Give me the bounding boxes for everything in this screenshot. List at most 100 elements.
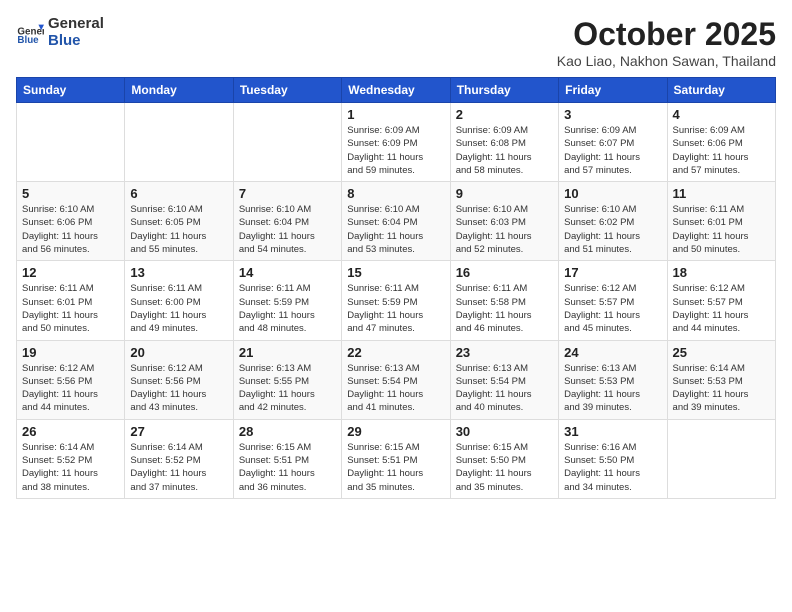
calendar-cell: 25 Sunrise: 6:14 AM Sunset: 5:53 PM Dayli… bbox=[667, 340, 775, 419]
calendar-cell: 5 Sunrise: 6:10 AM Sunset: 6:06 PM Daylig… bbox=[17, 182, 125, 261]
day-info: Sunrise: 6:10 AM Sunset: 6:04 PM Dayligh… bbox=[347, 203, 444, 256]
calendar-cell bbox=[125, 103, 233, 182]
day-info: Sunrise: 6:11 AM Sunset: 5:59 PM Dayligh… bbox=[239, 282, 336, 335]
day-info: Sunrise: 6:11 AM Sunset: 6:01 PM Dayligh… bbox=[673, 203, 770, 256]
calendar-cell: 30Sunrise: 6:15 AM Sunset: 5:50 PM Dayli… bbox=[450, 419, 558, 498]
calendar-cell: 6Sunrise: 6:10 AM Sunset: 6:05 PM Daylig… bbox=[125, 182, 233, 261]
calendar-cell: 10Sunrise: 6:10 AM Sunset: 6:02 PM Dayli… bbox=[559, 182, 667, 261]
day-number: 28 bbox=[239, 424, 336, 439]
calendar-cell: 3 Sunrise: 6:09 AM Sunset: 6:07 PM Daylig… bbox=[559, 103, 667, 182]
day-info: Sunrise: 6:12 AM Sunset: 5:56 PM Dayligh… bbox=[130, 362, 227, 415]
day-of-week-header: Monday bbox=[125, 78, 233, 103]
calendar-body: 1 Sunrise: 6:09 AM Sunset: 6:09 PM Daylig… bbox=[17, 103, 776, 499]
day-info: Sunrise: 6:09 AM Sunset: 6:06 PM Dayligh… bbox=[673, 124, 770, 177]
calendar-cell: 19 Sunrise: 6:12 AM Sunset: 5:56 PM Dayli… bbox=[17, 340, 125, 419]
day-info: Sunrise: 6:09 AM Sunset: 6:09 PM Dayligh… bbox=[347, 124, 444, 177]
day-of-week-header: Sunday bbox=[17, 78, 125, 103]
calendar-cell: 22 Sunrise: 6:13 AM Sunset: 5:54 PM Dayli… bbox=[342, 340, 450, 419]
day-info: Sunrise: 6:11 AM Sunset: 6:01 PM Dayligh… bbox=[22, 282, 119, 335]
day-number: 31 bbox=[564, 424, 661, 439]
day-info: Sunrise: 6:15 AM Sunset: 5:51 PM Dayligh… bbox=[239, 441, 336, 494]
day-info: Sunrise: 6:11 AM Sunset: 5:58 PM Dayligh… bbox=[456, 282, 553, 335]
day-number: 3 bbox=[564, 107, 661, 122]
day-number: 11 bbox=[673, 186, 770, 201]
calendar-cell: 23Sunrise: 6:13 AM Sunset: 5:54 PM Dayli… bbox=[450, 340, 558, 419]
day-of-week-header: Friday bbox=[559, 78, 667, 103]
calendar-cell: 1 Sunrise: 6:09 AM Sunset: 6:09 PM Daylig… bbox=[342, 103, 450, 182]
calendar-cell bbox=[667, 419, 775, 498]
day-info: Sunrise: 6:14 AM Sunset: 5:53 PM Dayligh… bbox=[673, 362, 770, 415]
logo-general: General bbox=[48, 16, 104, 33]
day-number: 2 bbox=[456, 107, 553, 122]
day-info: Sunrise: 6:14 AM Sunset: 5:52 PM Dayligh… bbox=[130, 441, 227, 494]
day-number: 19 bbox=[22, 345, 119, 360]
day-number: 29 bbox=[347, 424, 444, 439]
day-number: 25 bbox=[673, 345, 770, 360]
logo-blue: Blue bbox=[48, 33, 104, 50]
day-number: 15 bbox=[347, 265, 444, 280]
day-of-week-header: Wednesday bbox=[342, 78, 450, 103]
day-number: 14 bbox=[239, 265, 336, 280]
calendar-header-row: SundayMondayTuesdayWednesdayThursdayFrid… bbox=[17, 78, 776, 103]
day-number: 30 bbox=[456, 424, 553, 439]
day-of-week-header: Thursday bbox=[450, 78, 558, 103]
calendar-cell: 31 Sunrise: 6:16 AM Sunset: 5:50 PM Dayli… bbox=[559, 419, 667, 498]
day-number: 16 bbox=[456, 265, 553, 280]
calendar-week-row: 5 Sunrise: 6:10 AM Sunset: 6:06 PM Daylig… bbox=[17, 182, 776, 261]
logo-icon: General Blue bbox=[16, 19, 44, 47]
calendar-cell: 13Sunrise: 6:11 AM Sunset: 6:00 PM Dayli… bbox=[125, 261, 233, 340]
day-info: Sunrise: 6:13 AM Sunset: 5:55 PM Dayligh… bbox=[239, 362, 336, 415]
day-number: 21 bbox=[239, 345, 336, 360]
day-number: 26 bbox=[22, 424, 119, 439]
day-info: Sunrise: 6:10 AM Sunset: 6:05 PM Dayligh… bbox=[130, 203, 227, 256]
day-info: Sunrise: 6:09 AM Sunset: 6:07 PM Dayligh… bbox=[564, 124, 661, 177]
day-number: 4 bbox=[673, 107, 770, 122]
calendar-cell: 7 Sunrise: 6:10 AM Sunset: 6:04 PM Daylig… bbox=[233, 182, 341, 261]
calendar-week-row: 12 Sunrise: 6:11 AM Sunset: 6:01 PM Dayli… bbox=[17, 261, 776, 340]
calendar-table: SundayMondayTuesdayWednesdayThursdayFrid… bbox=[16, 77, 776, 499]
day-number: 12 bbox=[22, 265, 119, 280]
day-number: 18 bbox=[673, 265, 770, 280]
day-of-week-header: Tuesday bbox=[233, 78, 341, 103]
calendar-cell: 21 Sunrise: 6:13 AM Sunset: 5:55 PM Dayli… bbox=[233, 340, 341, 419]
day-number: 5 bbox=[22, 186, 119, 201]
day-info: Sunrise: 6:10 AM Sunset: 6:04 PM Dayligh… bbox=[239, 203, 336, 256]
calendar-week-row: 26 Sunrise: 6:14 AM Sunset: 5:52 PM Dayli… bbox=[17, 419, 776, 498]
day-number: 10 bbox=[564, 186, 661, 201]
calendar-cell: 4 Sunrise: 6:09 AM Sunset: 6:06 PM Daylig… bbox=[667, 103, 775, 182]
day-info: Sunrise: 6:12 AM Sunset: 5:56 PM Dayligh… bbox=[22, 362, 119, 415]
calendar-cell: 17Sunrise: 6:12 AM Sunset: 5:57 PM Dayli… bbox=[559, 261, 667, 340]
day-info: Sunrise: 6:12 AM Sunset: 5:57 PM Dayligh… bbox=[564, 282, 661, 335]
calendar-cell: 18Sunrise: 6:12 AM Sunset: 5:57 PM Dayli… bbox=[667, 261, 775, 340]
day-info: Sunrise: 6:13 AM Sunset: 5:54 PM Dayligh… bbox=[456, 362, 553, 415]
calendar-cell bbox=[233, 103, 341, 182]
calendar-cell: 14 Sunrise: 6:11 AM Sunset: 5:59 PM Dayli… bbox=[233, 261, 341, 340]
logo: General Blue General Blue bbox=[16, 16, 104, 49]
calendar-cell: 27Sunrise: 6:14 AM Sunset: 5:52 PM Dayli… bbox=[125, 419, 233, 498]
day-number: 20 bbox=[130, 345, 227, 360]
title-area: October 2025 Kao Liao, Nakhon Sawan, Tha… bbox=[557, 16, 776, 69]
calendar-cell: 2Sunrise: 6:09 AM Sunset: 6:08 PM Daylig… bbox=[450, 103, 558, 182]
day-info: Sunrise: 6:13 AM Sunset: 5:54 PM Dayligh… bbox=[347, 362, 444, 415]
day-info: Sunrise: 6:16 AM Sunset: 5:50 PM Dayligh… bbox=[564, 441, 661, 494]
day-number: 22 bbox=[347, 345, 444, 360]
calendar-cell: 11 Sunrise: 6:11 AM Sunset: 6:01 PM Dayli… bbox=[667, 182, 775, 261]
day-number: 8 bbox=[347, 186, 444, 201]
day-of-week-header: Saturday bbox=[667, 78, 775, 103]
location-title: Kao Liao, Nakhon Sawan, Thailand bbox=[557, 53, 776, 69]
calendar-cell: 28 Sunrise: 6:15 AM Sunset: 5:51 PM Dayli… bbox=[233, 419, 341, 498]
day-number: 24 bbox=[564, 345, 661, 360]
day-info: Sunrise: 6:13 AM Sunset: 5:53 PM Dayligh… bbox=[564, 362, 661, 415]
header: General Blue General Blue October 2025 K… bbox=[16, 16, 776, 69]
day-info: Sunrise: 6:11 AM Sunset: 5:59 PM Dayligh… bbox=[347, 282, 444, 335]
day-info: Sunrise: 6:15 AM Sunset: 5:51 PM Dayligh… bbox=[347, 441, 444, 494]
day-number: 7 bbox=[239, 186, 336, 201]
day-number: 1 bbox=[347, 107, 444, 122]
day-info: Sunrise: 6:10 AM Sunset: 6:06 PM Dayligh… bbox=[22, 203, 119, 256]
calendar-cell: 8 Sunrise: 6:10 AM Sunset: 6:04 PM Daylig… bbox=[342, 182, 450, 261]
calendar-cell: 24 Sunrise: 6:13 AM Sunset: 5:53 PM Dayli… bbox=[559, 340, 667, 419]
day-number: 13 bbox=[130, 265, 227, 280]
svg-text:Blue: Blue bbox=[17, 34, 39, 45]
calendar-cell: 20 Sunrise: 6:12 AM Sunset: 5:56 PM Dayli… bbox=[125, 340, 233, 419]
day-number: 9 bbox=[456, 186, 553, 201]
